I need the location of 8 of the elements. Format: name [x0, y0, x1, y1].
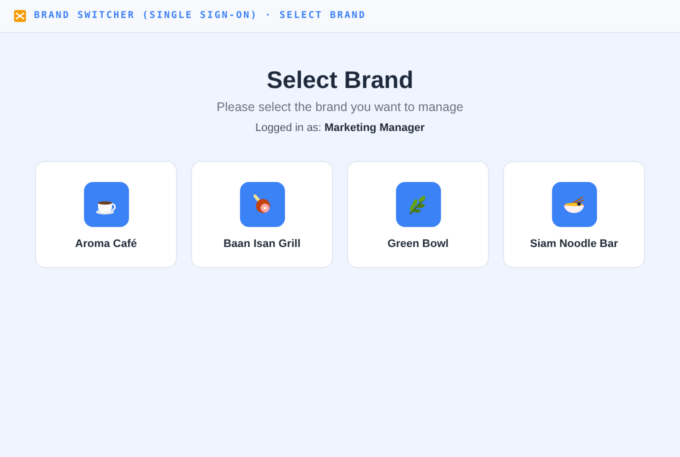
login-info: Logged in as: Marketing Manager	[255, 120, 425, 136]
brand-card[interactable]: Green Bowl	[347, 161, 489, 268]
page-subtitle: Please select the brand you want to manage	[216, 99, 464, 116]
brand-card[interactable]: Siam Noodle Bar	[503, 161, 645, 268]
page-heading: Select Brand	[266, 66, 414, 96]
brand-card[interactable]: Aroma Café	[35, 161, 177, 268]
brand-card[interactable]: Baan Isan Grill	[191, 161, 333, 268]
header-title: BRAND SWITCHER (SINGLE SIGN-ON) · SELECT BRAND	[34, 8, 366, 23]
